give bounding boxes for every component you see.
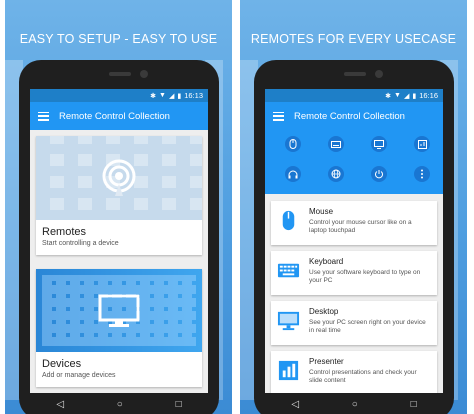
battery-icon: ▮ xyxy=(177,92,182,100)
mouse-icon[interactable] xyxy=(285,136,301,152)
menu-icon[interactable] xyxy=(273,111,284,121)
devices-card-image xyxy=(36,269,202,352)
remote-item-keyboard[interactable]: Keyboard Use your software keyboard to t… xyxy=(271,251,437,295)
back-icon[interactable]: ◁ xyxy=(291,399,299,410)
phone-frame-right: ✱ ▼ ◢ ▮ 16:16 Remote Control Collection xyxy=(254,60,454,414)
menu-icon[interactable] xyxy=(38,111,49,121)
item-title: Keyboard xyxy=(309,257,344,266)
desktop-icon[interactable] xyxy=(371,136,387,152)
status-bar: ✱ ▼ ◢ ▮ 16:16 xyxy=(265,89,443,102)
nav-bar: ◁ ○ □ xyxy=(265,393,443,414)
presenter-icon xyxy=(278,360,299,381)
item-description: Use your software keyboard to type on yo… xyxy=(309,269,421,284)
broadcast-icon xyxy=(102,159,136,196)
bluetooth-icon: ✱ xyxy=(385,92,392,100)
wifi-icon: ▼ xyxy=(159,92,166,99)
desktop-icon xyxy=(277,311,300,331)
home-icon[interactable]: ○ xyxy=(117,399,123,410)
wifi-icon: ▼ xyxy=(394,92,401,99)
recents-icon[interactable]: □ xyxy=(176,399,182,410)
app-title: Remote Control Collection xyxy=(59,110,170,122)
mouse-icon xyxy=(282,210,295,231)
left-caption: EASY TO SETUP - EASY TO USE xyxy=(19,32,218,46)
item-description: See your PC screen right on your device … xyxy=(309,319,426,334)
back-icon[interactable]: ◁ xyxy=(56,399,64,410)
home-icon[interactable]: ○ xyxy=(352,399,358,410)
card-subtitle: Start controlling a device xyxy=(42,240,119,247)
remote-item-desktop[interactable]: Desktop See your PC screen right on your… xyxy=(271,301,437,345)
right-caption: REMOTES FOR EVERY USECASE xyxy=(250,32,457,46)
phone-speaker xyxy=(344,72,366,76)
signal-icon: ◢ xyxy=(403,92,410,100)
item-title: Desktop xyxy=(309,307,339,316)
headphones-icon[interactable] xyxy=(285,166,301,182)
keyboard-icon[interactable] xyxy=(328,136,344,152)
card-title: Devices xyxy=(42,358,82,370)
recents-icon[interactable]: □ xyxy=(411,399,417,410)
app-title: Remote Control Collection xyxy=(294,110,405,122)
monitor-icon xyxy=(98,294,140,327)
card-subtitle: Add or manage devices xyxy=(42,372,116,379)
remotes-card-image xyxy=(36,136,202,220)
keyboard-icon xyxy=(277,263,300,278)
phone-screen-right: ✱ ▼ ◢ ▮ 16:16 Remote Control Collection xyxy=(265,89,443,414)
battery-icon: ▮ xyxy=(412,92,417,100)
right-promo-panel: REMOTES FOR EVERY USECASE ✱ ▼ ◢ ▮ 16:16 … xyxy=(240,0,467,414)
app-bar: Remote Control Collection xyxy=(30,102,208,130)
item-description: Control your mouse cursor like on a lapt… xyxy=(309,219,412,234)
presenter-icon[interactable] xyxy=(414,136,430,152)
power-icon[interactable] xyxy=(371,166,387,182)
phone-frame-left: ✱ ▼ ◢ ▮ 16:13 Remote Control Collection xyxy=(19,60,219,414)
bluetooth-icon: ✱ xyxy=(150,92,157,100)
remote-item-presenter[interactable]: Presenter Control presentations and chec… xyxy=(271,351,437,395)
nav-bar: ◁ ○ □ xyxy=(30,393,208,414)
phone-camera xyxy=(140,70,148,78)
status-time: 16:16 xyxy=(419,91,438,100)
signal-icon: ◢ xyxy=(168,92,175,100)
phone-camera xyxy=(375,70,383,78)
remotes-card[interactable]: Remotes Start controlling a device xyxy=(36,136,202,255)
globe-icon[interactable] xyxy=(328,166,344,182)
left-promo-panel: EASY TO SETUP - EASY TO USE ✱ ▼ ◢ ▮ 16:1… xyxy=(5,0,232,414)
screenshot-stage: EASY TO SETUP - EASY TO USE ✱ ▼ ◢ ▮ 16:1… xyxy=(0,0,474,414)
phone-speaker xyxy=(109,72,131,76)
status-bar: ✱ ▼ ◢ ▮ 16:13 xyxy=(30,89,208,102)
app-bar: Remote Control Collection xyxy=(265,102,443,130)
quick-icon-grid xyxy=(265,130,443,194)
devices-card[interactable]: Devices Add or manage devices xyxy=(36,269,202,387)
item-title: Mouse xyxy=(309,207,334,216)
remote-item-mouse[interactable]: Mouse Control your mouse cursor like on … xyxy=(271,201,437,245)
more-vert-icon[interactable] xyxy=(414,166,430,182)
status-time: 16:13 xyxy=(184,91,203,100)
phone-screen-left: ✱ ▼ ◢ ▮ 16:13 Remote Control Collection xyxy=(30,89,208,414)
item-title: Presenter xyxy=(309,357,344,366)
item-description: Control presentations and check your sli… xyxy=(309,369,417,384)
card-title: Remotes xyxy=(42,226,87,238)
